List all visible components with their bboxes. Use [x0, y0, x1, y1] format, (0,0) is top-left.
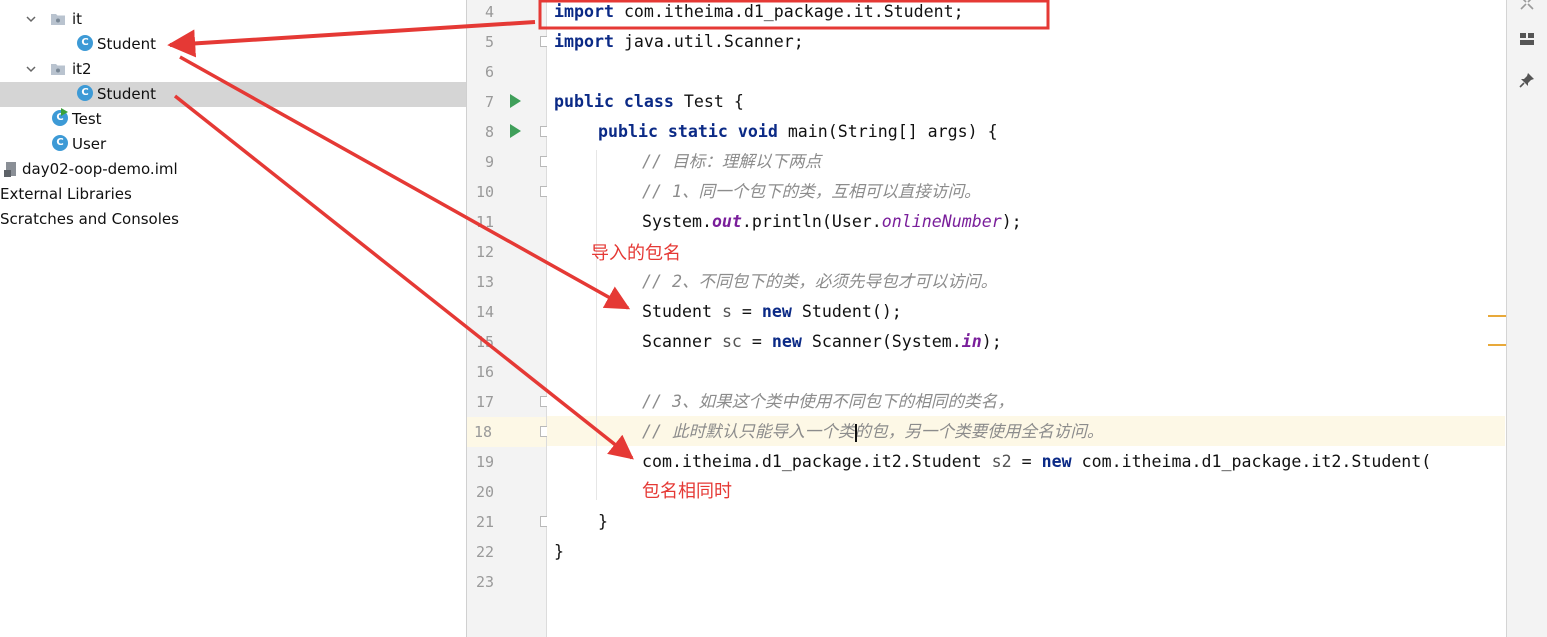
code-line-17: // 3、如果这个类中使用不同包下的相同的类名， [642, 392, 1014, 411]
line-number: 22 [475, 543, 494, 561]
class-icon: C [52, 135, 68, 151]
code-line-10: // 1、同一个包下的类，互相可以直接访问。 [642, 182, 981, 201]
chevron-down-icon[interactable] [25, 13, 37, 25]
line-number: 7 [484, 93, 494, 111]
line-number: 8 [484, 123, 494, 141]
line-number: 16 [475, 363, 494, 381]
code-line-5: import java.util.Scanner; [554, 32, 804, 51]
annotation-imported-package-name: 导入的包名 [591, 243, 681, 264]
editor-gutter: 4 5 6 7 8 9 10 11 12 13 14 15 16 17 18 1… [467, 0, 551, 637]
tree-item-label: day02-oop-demo.iml [22, 160, 178, 178]
tree-item-label: Test [72, 110, 102, 128]
code-line-19: com.itheima.d1_package.it2.Student s2 = … [642, 452, 1432, 471]
line-number: 10 [475, 183, 494, 201]
warning-stripe-marker[interactable] [1488, 344, 1506, 346]
line-number: 9 [484, 153, 494, 171]
line-number: 6 [484, 63, 494, 81]
tree-item-label: it [72, 10, 83, 28]
line-number: 15 [475, 333, 494, 351]
line-number: 13 [475, 273, 494, 291]
tree-item-label: User [72, 135, 107, 153]
tree-item-label: External Libraries [0, 185, 132, 203]
module-file-icon [4, 162, 16, 177]
run-class-icon[interactable] [510, 94, 521, 108]
tree-item-label: it2 [72, 60, 92, 78]
code-line-11: System.out.println(User.onlineNumber); [642, 212, 1022, 231]
line-number: 12 [475, 243, 494, 261]
line-number: 19 [475, 453, 494, 471]
annotation-same-package-name: 包名相同时 [642, 481, 732, 502]
text-cursor [855, 424, 857, 442]
code-line-22: } [554, 542, 564, 561]
tree-item-class-test[interactable]: C Test [0, 107, 466, 132]
project-tree: it C Student it2 C Student C Test C User… [0, 0, 467, 637]
tree-item-label: Student [97, 35, 157, 53]
code-line-7: public class Test { [554, 92, 744, 111]
code-line-15: Scanner sc = new Scanner(System.in); [642, 332, 1002, 351]
code-line-18: // 此时默认只能导入一个类的包，另一个类要使用全名访问。 [642, 422, 1104, 441]
line-number: 14 [475, 303, 494, 321]
tree-item-package-it[interactable]: it [0, 7, 466, 32]
tree-item-class-user[interactable]: C User [0, 132, 466, 157]
right-tool-strip [1506, 0, 1547, 637]
tree-item-external-libraries[interactable]: External Libraries [0, 182, 466, 207]
line-number: 4 [484, 3, 494, 21]
line-number: 21 [475, 513, 494, 531]
tree-item-package-it2[interactable]: it2 [0, 57, 466, 82]
collapse-icon[interactable] [1518, 0, 1536, 12]
line-number: 17 [475, 393, 494, 411]
package-folder-icon [51, 64, 65, 75]
tree-item-class-student-it2[interactable]: C Student [0, 82, 466, 107]
chevron-down-icon[interactable] [25, 63, 37, 75]
code-line-13: // 2、不同包下的类，必须先导包才可以访问。 [642, 272, 998, 291]
line-number: 5 [484, 33, 494, 51]
code-line-9: // 目标：理解以下两点 [642, 152, 822, 171]
warning-stripe-marker[interactable] [1488, 315, 1506, 317]
pin-icon[interactable] [1518, 71, 1536, 89]
run-main-icon[interactable] [510, 124, 521, 138]
class-icon: C [77, 85, 93, 101]
layout-icon[interactable] [1518, 30, 1536, 48]
code-editor[interactable]: import com.itheima.d1_package.it.Student… [547, 0, 1505, 637]
code-line-4: import com.itheima.d1_package.it.Student… [554, 2, 964, 21]
line-number-current: 18 [467, 417, 546, 447]
runnable-class-icon: C [52, 108, 68, 126]
tree-item-class-student-it[interactable]: C Student [0, 32, 466, 57]
code-line-21: } [598, 512, 608, 531]
line-number: 23 [475, 573, 494, 591]
run-marker-icon [61, 108, 68, 116]
line-number: 20 [475, 483, 494, 501]
package-folder-icon [51, 14, 65, 25]
tree-item-label: Scratches and Consoles [0, 210, 179, 228]
tree-item-scratches[interactable]: Scratches and Consoles [0, 207, 466, 232]
code-line-14: Student s = new Student(); [642, 302, 902, 321]
tree-item-iml-file[interactable]: day02-oop-demo.iml [0, 157, 466, 182]
code-line-8: public static void main(String[] args) { [598, 122, 998, 141]
tree-item-label: Student [97, 85, 157, 103]
indent-guide [596, 150, 597, 500]
line-number: 11 [475, 213, 494, 231]
class-icon: C [77, 35, 93, 51]
